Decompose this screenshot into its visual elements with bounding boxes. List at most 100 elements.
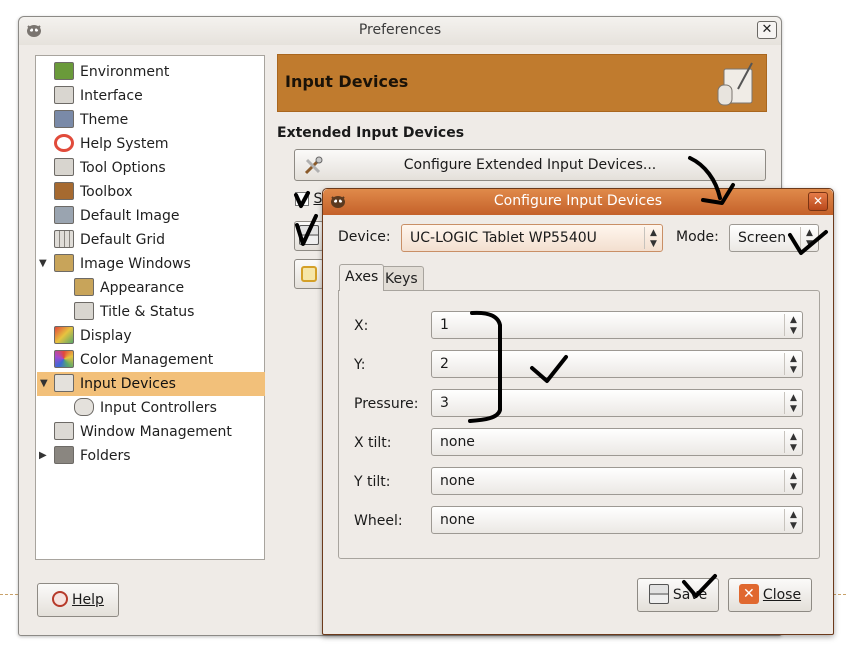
axis-label-x-tilt: X tilt: bbox=[354, 435, 392, 451]
page-title: Input Devices bbox=[285, 72, 409, 91]
tree-item-label: Input Controllers bbox=[100, 400, 217, 416]
tree-item-label: Interface bbox=[80, 88, 143, 104]
tree-item-folders[interactable]: ▶ Folders bbox=[39, 444, 131, 468]
mode-select-value: Screen bbox=[738, 230, 787, 246]
dialog-title: Configure Input Devices bbox=[493, 193, 663, 209]
gimp-logo-icon bbox=[331, 196, 345, 208]
spin-arrows-icon: ▲ ▼ bbox=[784, 392, 802, 414]
floppy-save-icon bbox=[648, 584, 669, 604]
tree-item-label: Input Devices bbox=[80, 376, 176, 392]
interface-icon bbox=[54, 86, 74, 104]
spin-arrows-icon: ▲ ▼ bbox=[784, 353, 802, 375]
tree-item-default-grid[interactable]: Default Grid bbox=[54, 228, 165, 252]
axis-select-value: none bbox=[440, 434, 475, 450]
expander-closed-icon[interactable]: ▶ bbox=[39, 444, 51, 468]
axis-select-y-tilt[interactable]: none ▲ ▼ bbox=[431, 467, 803, 495]
tree-item-window-management[interactable]: Window Management bbox=[54, 420, 232, 444]
tree-item-interface[interactable]: Interface bbox=[54, 84, 143, 108]
tree-item-label: Default Grid bbox=[80, 232, 165, 248]
close-button[interactable]: ✕ Close bbox=[728, 578, 812, 612]
tree-item-default-image[interactable]: Default Image bbox=[54, 204, 179, 228]
image-windows-icon bbox=[54, 254, 74, 272]
axis-label-y-tilt: Y tilt: bbox=[354, 474, 391, 490]
tree-item-label: Tool Options bbox=[80, 160, 166, 176]
axis-select-pressure[interactable]: 3 ▲ ▼ bbox=[431, 389, 803, 417]
tool-options-icon bbox=[54, 158, 74, 176]
help-button[interactable]: Help bbox=[37, 583, 119, 617]
tree-item-display[interactable]: Display bbox=[54, 324, 132, 348]
default-image-icon bbox=[54, 206, 74, 224]
tree-item-label: Folders bbox=[80, 448, 131, 464]
tree-item-input-controllers[interactable]: Input Controllers bbox=[74, 396, 217, 420]
spin-arrows-icon: ▲ ▼ bbox=[784, 470, 802, 492]
axis-select-x[interactable]: 1 ▲ ▼ bbox=[431, 311, 803, 339]
gimp-logo-icon bbox=[27, 25, 41, 37]
tree-item-label: Window Management bbox=[80, 424, 232, 440]
tree-item-toolbox[interactable]: Toolbox bbox=[54, 180, 133, 204]
axes-panel: X: 1 ▲ ▼ Y: 2 ▲ ▼ Pressure: 3 ▲ ▼ X tilt: n… bbox=[338, 290, 820, 559]
toolbox-icon bbox=[54, 182, 74, 200]
tree-item-tool-options[interactable]: Tool Options bbox=[54, 156, 166, 180]
window-management-icon bbox=[54, 422, 74, 440]
configure-input-devices-dialog: Configure Input Devices ✕ Device: UC-LOG… bbox=[322, 188, 834, 635]
spin-arrows-icon: ▲ ▼ bbox=[800, 227, 818, 249]
page-header: Input Devices bbox=[277, 54, 767, 112]
input-controllers-icon bbox=[74, 398, 94, 416]
tree-item-appearance[interactable]: Appearance bbox=[74, 276, 184, 300]
tree-item-theme[interactable]: Theme bbox=[54, 108, 128, 132]
checkbox[interactable] bbox=[295, 192, 309, 206]
tree-item-label: Color Management bbox=[80, 352, 214, 368]
mode-select[interactable]: Screen ▲ ▼ bbox=[729, 224, 819, 252]
expander-open-icon[interactable]: ▼ bbox=[39, 252, 51, 276]
tree-item-label: Default Image bbox=[80, 208, 180, 224]
tree-item-label: Image Windows bbox=[80, 256, 191, 272]
tree-item-title-status[interactable]: Title & Status bbox=[74, 300, 194, 324]
expander-open-icon[interactable]: ▼ bbox=[40, 372, 52, 396]
tree-item-environment[interactable]: Environment bbox=[54, 60, 169, 84]
tree-item-help-system[interactable]: Help System bbox=[54, 132, 169, 156]
save-settings-checkbox-label[interactable]: S bbox=[295, 191, 322, 207]
save-input-device-settings-button[interactable] bbox=[294, 221, 324, 251]
preferences-close-button[interactable]: ✕ bbox=[757, 21, 777, 39]
reset-input-device-settings-button[interactable] bbox=[294, 259, 324, 289]
save-button-label: Save bbox=[672, 587, 708, 603]
save-checkbox-text: S bbox=[313, 191, 323, 207]
tree-item-label: Theme bbox=[80, 112, 129, 128]
tree-item-input-devices[interactable]: ▼ Input Devices bbox=[37, 372, 265, 396]
device-select-value: UC-LOGIC Tablet WP5540U bbox=[410, 230, 597, 246]
spin-arrows-icon: ▲ ▼ bbox=[784, 509, 802, 531]
tablet-pen-icon bbox=[717, 62, 753, 106]
dialog-titlebar[interactable]: Configure Input Devices ✕ bbox=[323, 189, 833, 215]
tree-item-label: Help System bbox=[80, 136, 169, 152]
color-management-icon bbox=[54, 350, 74, 368]
tree-item-color-management[interactable]: Color Management bbox=[54, 348, 213, 372]
dialog-close-button[interactable]: ✕ bbox=[808, 192, 828, 211]
help-system-icon bbox=[54, 134, 74, 152]
preferences-category-tree[interactable]: Environment Interface Theme Help System … bbox=[35, 55, 265, 560]
axis-select-x-tilt[interactable]: none ▲ ▼ bbox=[431, 428, 803, 456]
device-select[interactable]: UC-LOGIC Tablet WP5540U ▲ ▼ bbox=[401, 224, 663, 252]
tree-item-label: Display bbox=[80, 328, 132, 344]
preferences-titlebar[interactable]: Preferences ✕ bbox=[19, 17, 781, 45]
axis-select-value: none bbox=[440, 512, 475, 528]
configure-extended-input-devices-button[interactable]: Configure Extended Input Devices... bbox=[294, 149, 766, 181]
device-label: Device: bbox=[338, 229, 391, 245]
axis-label-x: X: bbox=[354, 318, 369, 334]
axis-select-wheel[interactable]: none ▲ ▼ bbox=[431, 506, 803, 534]
help-lifebuoy-icon bbox=[52, 591, 69, 607]
help-button-label: Help bbox=[72, 592, 104, 608]
configure-button-label: Configure Extended Input Devices... bbox=[403, 157, 657, 173]
axis-label-wheel: Wheel: bbox=[354, 513, 403, 529]
axis-label-y: Y: bbox=[354, 357, 366, 373]
tab-keys[interactable]: Keys bbox=[379, 266, 424, 292]
save-button[interactable]: Save bbox=[637, 578, 719, 612]
preferences-title: Preferences bbox=[358, 22, 442, 38]
tab-axes[interactable]: Axes bbox=[339, 264, 385, 291]
close-x-icon: ✕ bbox=[738, 584, 759, 604]
tree-item-image-windows[interactable]: ▼ Image Windows bbox=[39, 252, 191, 276]
spin-arrows-icon: ▲ ▼ bbox=[644, 227, 662, 249]
close-button-label: Close bbox=[762, 587, 802, 603]
reset-icon bbox=[301, 266, 317, 282]
folders-icon bbox=[54, 446, 74, 464]
axis-select-y[interactable]: 2 ▲ ▼ bbox=[431, 350, 803, 378]
